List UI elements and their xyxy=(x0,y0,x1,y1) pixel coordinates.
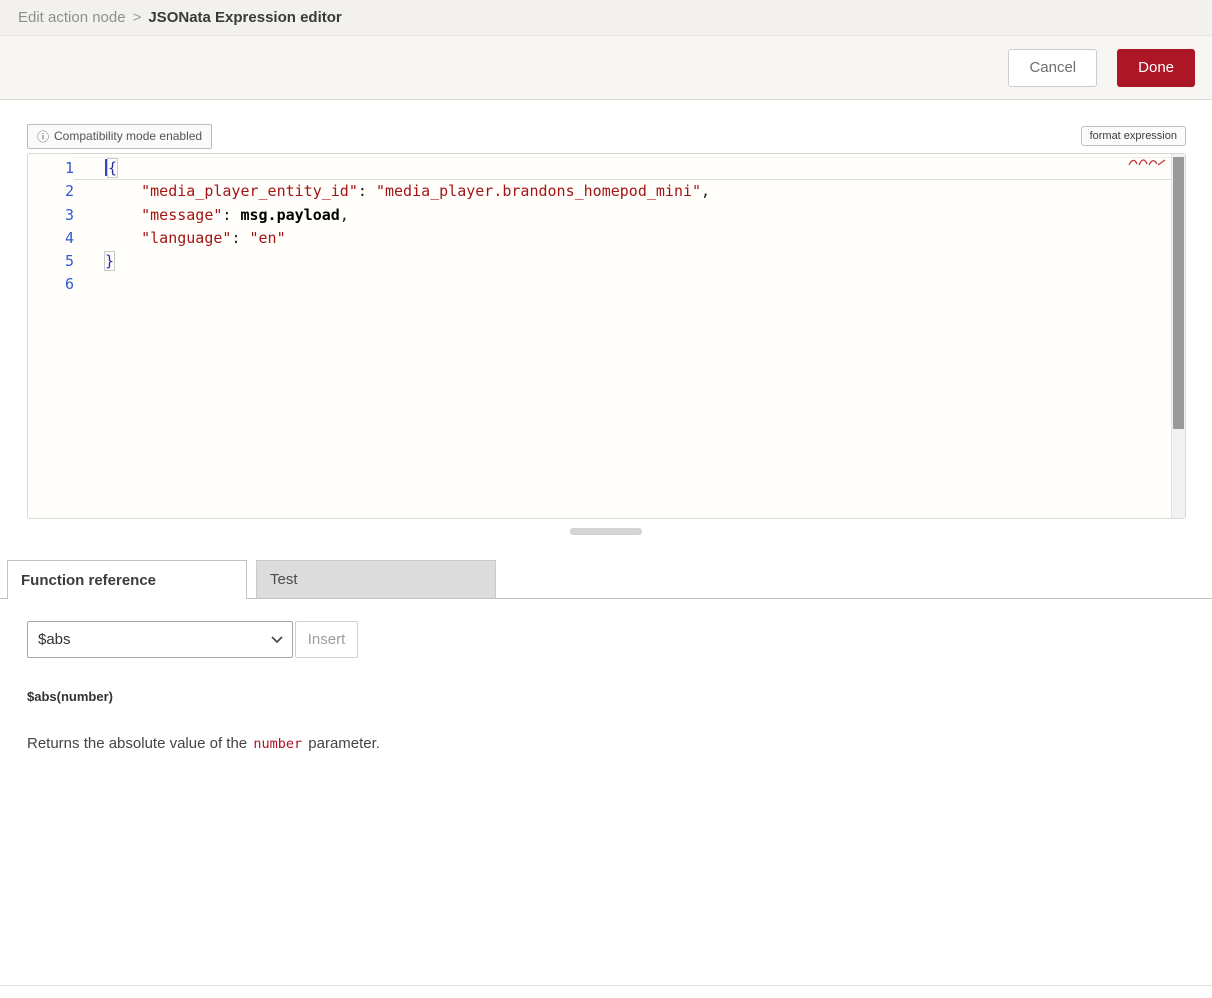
code-token: : xyxy=(231,229,249,247)
function-picker-row: $abs Insert xyxy=(27,621,1185,658)
code-token: : xyxy=(358,182,376,200)
code-token: } xyxy=(105,252,114,270)
format-expression-button[interactable]: format expression xyxy=(1081,126,1186,146)
splitter-grip[interactable] xyxy=(570,528,642,535)
function-reference-panel: $abs Insert $abs(number) Returns the abs… xyxy=(0,599,1212,985)
compatibility-mode-badge[interactable]: Compatibility mode enabled xyxy=(27,124,212,149)
tab-test[interactable]: Test xyxy=(256,560,496,598)
line-number[interactable]: 2 xyxy=(28,180,74,203)
line-number[interactable]: 5 xyxy=(28,250,74,273)
description-text: Returns the absolute value of the xyxy=(27,735,251,752)
code-line[interactable]: 6 xyxy=(28,273,1171,296)
line-number[interactable]: 4 xyxy=(28,227,74,250)
code-text: { xyxy=(74,157,1171,180)
breadcrumb-separator: > xyxy=(133,9,142,26)
editor-content: Compatibility mode enabled format expres… xyxy=(0,100,1212,998)
code-line[interactable]: 2 "media_player_entity_id": "media_playe… xyxy=(28,180,1171,203)
breadcrumb-parent[interactable]: Edit action node xyxy=(18,9,126,26)
chevron-down-icon xyxy=(271,636,283,643)
page-title: JSONata Expression editor xyxy=(148,9,341,26)
code-text xyxy=(74,273,1171,296)
tab-label: Test xyxy=(270,571,298,588)
selected-function: $abs xyxy=(38,631,71,648)
dialog-action-bar: Cancel Done xyxy=(0,36,1212,100)
code-text: } xyxy=(74,250,1171,273)
code-token: "language" xyxy=(141,229,231,247)
tab-function-reference[interactable]: Function reference xyxy=(7,560,247,599)
code-token xyxy=(105,182,141,200)
editor-scrollbar[interactable] xyxy=(1171,154,1185,518)
tab-label: Function reference xyxy=(21,572,156,589)
description-text: parameter. xyxy=(304,735,380,752)
cancel-button[interactable]: Cancel xyxy=(1008,49,1097,87)
code-line[interactable]: 1{ xyxy=(28,157,1171,180)
editor-toolbar: Compatibility mode enabled format expres… xyxy=(27,124,1186,148)
code-token: : xyxy=(222,206,240,224)
code-token xyxy=(105,229,141,247)
scrollbar-thumb[interactable] xyxy=(1173,157,1184,429)
function-select[interactable]: $abs xyxy=(27,621,293,658)
done-button[interactable]: Done xyxy=(1117,49,1195,87)
code-token xyxy=(105,206,141,224)
code-token: "en" xyxy=(250,229,286,247)
code-token: "message" xyxy=(141,206,222,224)
line-number[interactable]: 6 xyxy=(28,273,74,296)
code-text: "message": msg.payload, xyxy=(74,204,1171,227)
code-text: "media_player_entity_id": "media_player.… xyxy=(74,180,1171,203)
code-token: { xyxy=(108,159,117,177)
inline-code: number xyxy=(251,736,304,752)
code-token: "media_player_entity_id" xyxy=(141,182,358,200)
function-signature: $abs(number) xyxy=(27,689,1185,704)
expression-editor[interactable]: 1{2 "media_player_entity_id": "media_pla… xyxy=(27,153,1186,519)
code-line[interactable]: 4 "language": "en" xyxy=(28,227,1171,250)
bottom-divider xyxy=(0,985,1212,998)
code-token: msg.payload xyxy=(240,206,339,224)
code-token: , xyxy=(701,182,710,200)
code-text: "language": "en" xyxy=(74,227,1171,250)
code-lines: 1{2 "media_player_entity_id": "media_pla… xyxy=(28,157,1171,518)
function-description: Returns the absolute value of the number… xyxy=(27,735,1185,752)
code-token: , xyxy=(340,206,349,224)
tab-bar: Function reference Test xyxy=(0,560,1212,599)
breadcrumb: Edit action node > JSONata Expression ed… xyxy=(0,0,1212,36)
text-cursor xyxy=(105,159,107,176)
compatibility-mode-label: Compatibility mode enabled xyxy=(54,129,202,143)
code-line[interactable]: 5} xyxy=(28,250,1171,273)
line-number[interactable]: 3 xyxy=(28,204,74,227)
editor-error-annotation xyxy=(1127,156,1167,168)
insert-button[interactable]: Insert xyxy=(295,621,358,658)
line-number[interactable]: 1 xyxy=(28,157,74,180)
code-line[interactable]: 3 "message": msg.payload, xyxy=(28,204,1171,227)
code-token: "media_player.brandons_homepod_mini" xyxy=(376,182,701,200)
info-icon xyxy=(37,128,49,145)
panel-splitter[interactable] xyxy=(0,519,1212,543)
